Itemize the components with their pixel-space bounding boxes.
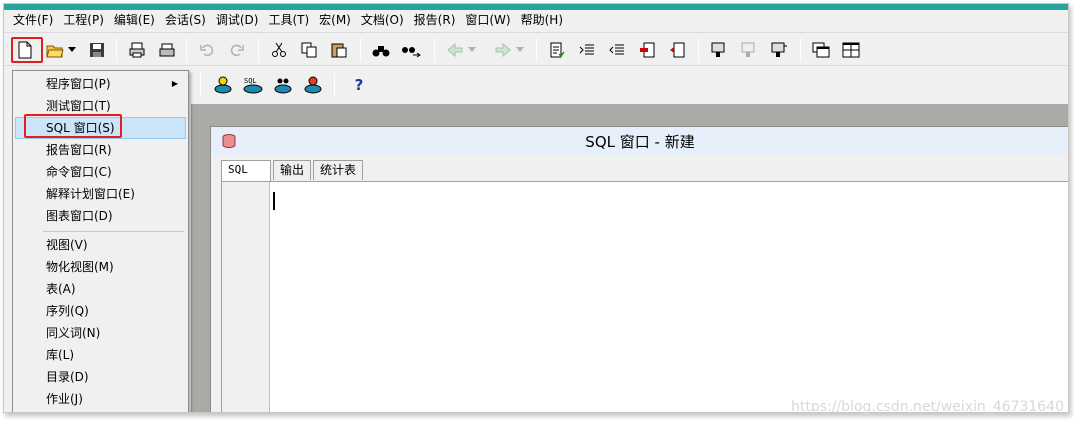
indent-icon[interactable] [576,39,598,61]
open-folder-icon[interactable] [44,39,66,61]
db-explain-icon[interactable] [272,74,294,96]
menu-reports[interactable]: 报告(R) [409,11,461,30]
toolbar-separator [258,38,259,62]
menu-macro[interactable]: 宏(M) [314,11,356,30]
svg-text:SQL: SQL [244,77,257,85]
menu-file[interactable]: 文件(F) [8,11,58,30]
menu-item-sequence[interactable]: 序列(Q) [15,300,186,322]
menu-documents[interactable]: 文档(O) [356,11,409,30]
menu-session[interactable]: 会话(S) [160,11,211,30]
find-binoculars-icon[interactable] [370,39,392,61]
sql-window-title: SQL 窗口 - 新建 [585,132,695,151]
toolbar-separator [800,38,801,62]
menu-item-directory[interactable]: 目录(D) [15,366,186,388]
toolbar-separator [116,38,117,62]
disconnect-icon[interactable] [738,39,760,61]
menu-item-library[interactable]: 库(L) [15,344,186,366]
menu-item-synonym[interactable]: 同义词(N) [15,322,186,344]
annotation-highlight-new-button [11,37,43,63]
secondary-toolbar: SQL ? [174,68,1068,100]
paste-icon[interactable] [328,39,350,61]
tile-windows-icon[interactable] [840,39,862,61]
redo-icon[interactable] [226,39,248,61]
db-refresh-icon[interactable] [302,74,324,96]
annotation-highlight-sql-window [24,114,122,138]
copy-icon[interactable] [298,39,320,61]
save-icon[interactable] [86,39,108,61]
toolbar-separator [200,73,201,97]
forward-dropdown-chevron-icon[interactable] [514,39,526,61]
document-check-icon[interactable] [546,39,568,61]
menu-item-materialized-view[interactable]: 物化视图(M) [15,256,186,278]
menu-help[interactable]: 帮助(H) [516,11,568,30]
tab-statistics[interactable]: 统计表 [313,160,364,180]
session-icon[interactable] [768,39,790,61]
menu-item-explain-plan-window[interactable]: 解释计划窗口(E) [15,183,186,205]
undo-icon[interactable] [196,39,218,61]
text-caret [273,192,275,210]
menu-window[interactable]: 窗口(W) [460,11,515,30]
sql-editor[interactable] [221,181,1068,412]
app-window: 文件(F) 工程(P) 编辑(E) 会话(S) 调试(D) 工具(T) 宏(M)… [3,3,1069,413]
cut-icon[interactable] [268,39,290,61]
back-dropdown-chevron-icon[interactable] [466,39,478,61]
menu-project[interactable]: 工程(P) [58,11,109,30]
toolbar-separator [186,38,187,62]
menu-separator [43,231,184,232]
toolbar-separator [536,38,537,62]
submenu-arrow-icon: ▶ [171,79,178,88]
menu-edit[interactable]: 编辑(E) [109,11,160,30]
menu-item-command-window[interactable]: 命令窗口(C) [15,161,186,183]
comment-icon[interactable] [636,39,658,61]
menu-debug[interactable]: 调试(D) [211,11,264,30]
db-sql-icon[interactable]: SQL [242,74,264,96]
forward-icon[interactable] [492,39,514,61]
tab-output[interactable]: 输出 [273,160,312,180]
print-icon[interactable] [126,39,148,61]
watermark-text: https://blog.csdn.net/weixin_46731640 [790,399,1064,415]
db-bulb-icon[interactable] [212,74,234,96]
find-next-icon[interactable] [400,39,422,61]
menu-item-table[interactable]: 表(A) [15,278,186,300]
cascade-windows-icon[interactable] [810,39,832,61]
outdent-icon[interactable] [606,39,628,61]
menu-item-diagram-window[interactable]: 图表窗口(D) [15,205,186,227]
toolbar-separator [434,38,435,62]
menu-item-view[interactable]: 视图(V) [15,234,186,256]
uncomment-icon[interactable] [666,39,688,61]
database-icon [221,133,237,153]
toolbar-separator [334,73,335,97]
main-toolbar [4,32,1068,66]
menu-item-label: 程序窗口(P) [46,77,111,91]
menu-item-program-window[interactable]: 程序窗口(P) ▶ [15,73,186,95]
help-icon[interactable]: ? [348,74,370,96]
tab-sql[interactable]: SQL [221,160,271,181]
connection-icon[interactable] [708,39,730,61]
menu-item-job[interactable]: 作业(J) [15,388,186,410]
open-dropdown-chevron-icon[interactable] [66,39,78,61]
menubar: 文件(F) 工程(P) 编辑(E) 会话(S) 调试(D) 工具(T) 宏(M)… [4,10,1068,31]
toolbar-separator [698,38,699,62]
sql-window-titlebar[interactable]: SQL 窗口 - 新建 [211,127,1068,155]
toolbar-separator [360,38,361,62]
line-number-gutter [222,182,270,412]
print-setup-icon[interactable] [156,39,178,61]
back-icon[interactable] [444,39,466,61]
sql-window: SQL 窗口 - 新建 SQL 输出 统计表 [210,126,1068,412]
menu-item-report-window[interactable]: 报告窗口(R) [15,139,186,161]
menu-tools[interactable]: 工具(T) [263,11,314,30]
sql-window-tabs: SQL 输出 统计表 [221,160,365,181]
